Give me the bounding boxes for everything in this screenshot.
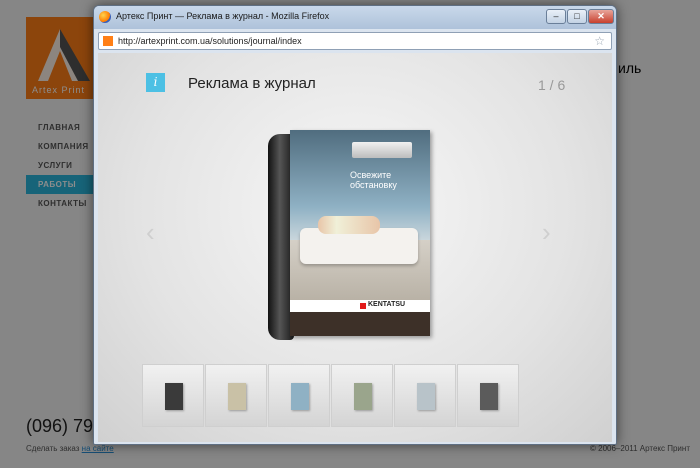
ad-headline: Освежите обстановку	[350, 170, 397, 190]
minimize-button[interactable]: –	[546, 9, 566, 24]
thumbnail-4[interactable]	[331, 364, 393, 427]
air-conditioner-image	[352, 142, 412, 158]
thumbnail-4-image	[354, 383, 372, 410]
thumbnail-1-image	[165, 383, 183, 410]
thumbnail-strip	[142, 364, 572, 428]
window-titlebar[interactable]: Артекс Принт — Реклама в журнал - Mozill…	[94, 6, 616, 29]
site-favicon-icon	[103, 36, 113, 46]
firefox-icon	[99, 11, 111, 23]
thumbnail-6[interactable]	[457, 364, 519, 427]
gallery-title: Реклама в журнал	[188, 75, 316, 92]
thumbnail-2[interactable]	[205, 364, 267, 427]
maximize-button[interactable]: □	[567, 9, 587, 24]
thumbnail-3[interactable]	[268, 364, 330, 427]
address-bar[interactable]: http://artexprint.com.ua/solutions/journ…	[98, 32, 612, 50]
window-title: Артекс Принт — Реклама в журнал - Mozill…	[116, 11, 330, 21]
thumbnail-2-image	[228, 383, 246, 410]
thumbnail-3-image	[291, 383, 309, 410]
close-button[interactable]: ✕	[588, 9, 614, 24]
woman-with-penguin-image	[318, 216, 380, 234]
browser-window: Артекс Принт — Реклама в журнал - Mozill…	[93, 5, 617, 445]
thumbnail-5[interactable]	[394, 364, 456, 427]
ad-brand-name: KENTATSU	[368, 301, 406, 308]
slide-counter: 1 / 6	[538, 77, 566, 93]
prev-arrow-icon[interactable]: ‹	[146, 219, 155, 245]
url-text[interactable]: http://artexprint.com.ua/solutions/journ…	[118, 36, 302, 46]
kentatsu-logo-icon	[360, 303, 366, 309]
next-arrow-icon[interactable]: ›	[542, 219, 551, 245]
thumbnail-1[interactable]	[142, 364, 204, 427]
magazine-ad-page: Освежите обстановку KENTATSU	[290, 130, 430, 336]
ad-headline-line-2: обстановку	[350, 180, 397, 190]
magazine-image: Освежите обстановку KENTATSU	[268, 130, 438, 340]
info-icon[interactable]: i	[146, 73, 165, 92]
bookmark-star-icon[interactable]: ☆	[594, 34, 605, 48]
ad-brand-bar: KENTATSU	[290, 300, 430, 312]
thumbnail-5-image	[417, 383, 435, 410]
gallery-content: i Реклама в журнал 1 / 6 ‹ › Освежите об…	[98, 53, 612, 442]
ad-footer	[290, 312, 430, 336]
thumbnail-6-image	[480, 383, 498, 410]
ad-headline-line-1: Освежите	[350, 170, 392, 180]
